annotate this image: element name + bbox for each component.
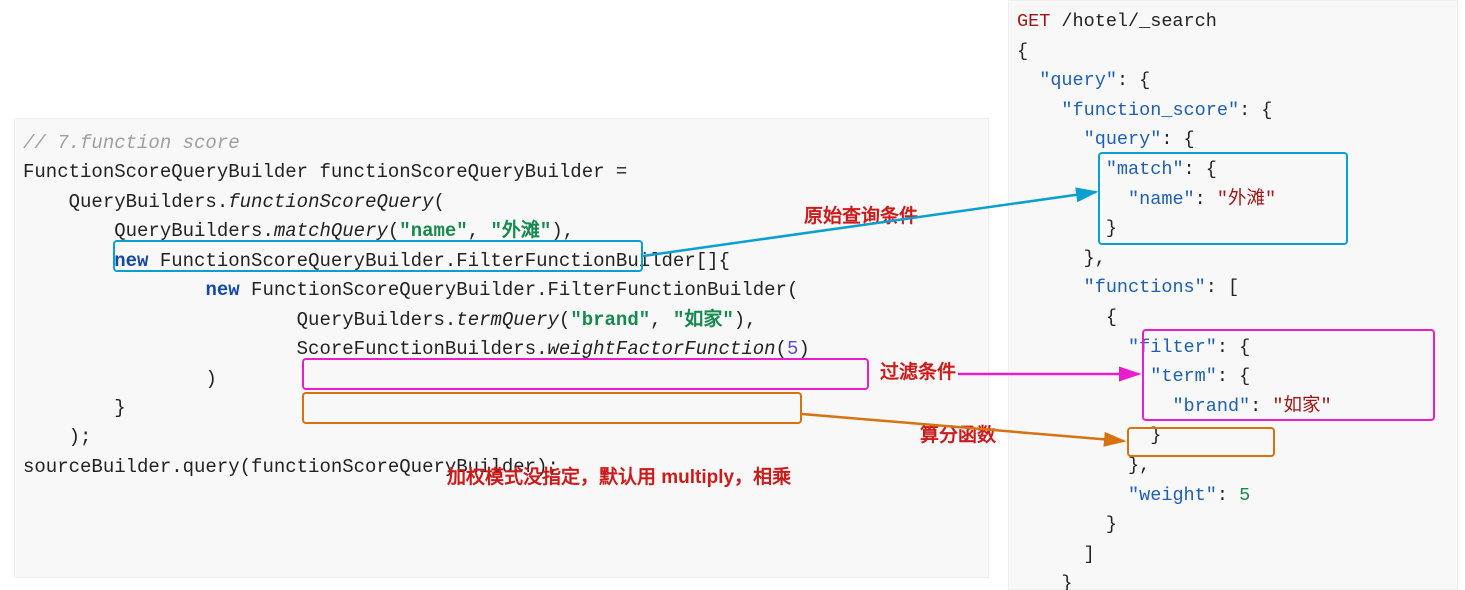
es-query-panel: GET /hotel/_search { "query": { "functio… [1008,0,1458,590]
diagram-stage: // 7.function score FunctionScoreQueryBu… [0,0,1465,590]
annotation-score-func: 算分函数 [920,421,996,450]
es-query-json: GET /hotel/_search { "query": { "functio… [1017,7,1449,590]
annotation-original-query: 原始查询条件 [804,202,918,231]
java-code-panel: // 7.function score FunctionScoreQueryBu… [14,118,989,578]
annotation-multiply-note: 加权模式没指定，默认用 multiply，相乘 [447,463,791,492]
code-comment: // 7.function score [23,132,240,154]
annotation-filter: 过滤条件 [880,358,956,387]
java-code: // 7.function score FunctionScoreQueryBu… [23,129,978,482]
